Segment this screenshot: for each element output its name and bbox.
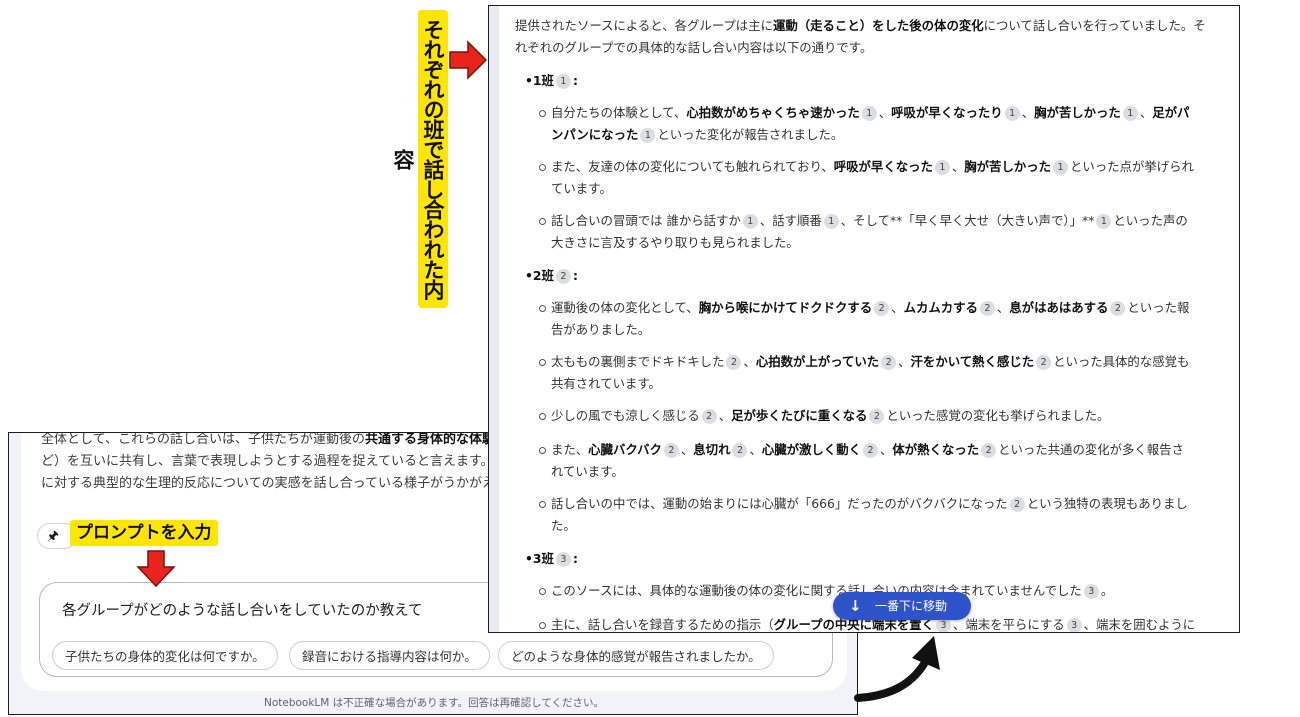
answer-panel-screenshot: 提供されたソースによると、各グループは主に運動（走ること）をした後の体の変化につ… (488, 5, 1240, 633)
citation-chip[interactable]: 1 (861, 106, 877, 121)
citation-chip[interactable]: 2 (981, 443, 997, 458)
g1-b1-line2: ンパンになった 1 といった変化が報告されました。 (551, 127, 844, 143)
suggestion-chip-1[interactable]: 子供たちの身体的変化は何ですか。 (52, 641, 278, 670)
g1-b3-line1: 話し合いの冒頭では 誰から話すか 1 、話す順番 1 、そして**「早く早く大せ（大きい… (551, 213, 1188, 229)
citation-chip[interactable]: 3 (936, 618, 952, 632)
citation-chip[interactable]: 2 (663, 443, 679, 458)
g2-b2-line1: 太ももの裏側までドキドキした 2 、心拍数が上がっていた 2 、汗をかいて熱く感じた 2 と… (551, 354, 1190, 370)
g1-b2-line1: また、友達の体の変化についても触れられており、呼吸が早くなった 1 、胸が苦しかった… (551, 159, 1194, 175)
bullet-icon (539, 588, 546, 595)
citation-chip[interactable]: 2 (881, 355, 897, 370)
citation-chip[interactable]: 2 (979, 301, 995, 316)
g3-b1-line1: このソースには、具体的な運動後の体の変化に関する話し合いの内容は含まれていません… (551, 583, 1114, 599)
pin-icon: 🖈 (47, 529, 60, 544)
citation-chip[interactable]: 2 (862, 443, 878, 458)
g2-b5-line1: 話し合いの中では、運動の始まりには心臓が「666」だったのがバクバクになった 2 と… (551, 496, 1188, 512)
group-2-heading: •2班 2: (525, 268, 578, 284)
citation-chip[interactable]: 1 (1096, 214, 1112, 229)
citation-chip[interactable]: 2 (874, 301, 890, 316)
bullet-icon (539, 110, 546, 117)
citation-chip[interactable]: 1 (555, 74, 571, 89)
query-input[interactable]: 各グループがどのような話し合いをしていたのか教えて (62, 599, 422, 620)
red-arrow-right-icon (449, 40, 488, 80)
g2-b4-line2: れています。 (551, 464, 624, 479)
g2-b1-line2: 告がありました。 (551, 322, 651, 337)
scroll-button-label: 一番下に移動 (875, 599, 948, 613)
summary-line-2: ど）を互いに共有し、言葉で表現しようとする過程を捉えていると言えます。 (41, 454, 494, 469)
g2-b2-line2: 共有されています。 (551, 376, 661, 391)
citation-chip[interactable]: 1 (1053, 160, 1069, 175)
summary-text: 全体として、これらの話し合いは、子供たちが運動後の (41, 432, 365, 447)
bullet-icon (539, 164, 546, 171)
g2-b3-line1: 少しの風でも涼しく感じる 2 、足が歩くたびに重くなる 2 といった感覚の変化も挙げられ… (551, 408, 1110, 424)
citation-chip[interactable]: 2 (726, 355, 742, 370)
citation-chip[interactable]: 2 (732, 443, 748, 458)
bullet-icon (539, 622, 546, 629)
arrow-down-icon: ↓ (849, 597, 862, 615)
citation-chip[interactable]: 1 (742, 214, 758, 229)
bullet-icon (539, 305, 546, 312)
bullet-icon (539, 501, 546, 508)
citation-chip[interactable]: 1 (1122, 106, 1138, 121)
scroll-gutter (489, 6, 499, 632)
citation-chip[interactable]: 3 (1083, 584, 1099, 599)
citation-chip[interactable]: 1 (640, 128, 656, 143)
curved-arrow-icon (854, 636, 940, 702)
red-arrow-down-icon (136, 550, 176, 588)
summary-bold: 共通する身体的な体験 (364, 432, 495, 447)
citation-chip[interactable]: 2 (701, 409, 717, 424)
citation-chip[interactable]: 2 (555, 269, 571, 284)
citation-chip[interactable]: 1 (934, 160, 950, 175)
bullet-icon (539, 447, 546, 454)
citation-chip[interactable]: 3 (555, 552, 571, 567)
group-3-heading: •3班 3: (525, 551, 578, 567)
prompt-callout: プロンプトを入力 (70, 520, 218, 546)
citation-chip[interactable]: 3 (1066, 618, 1082, 632)
g2-b5-line2: た。 (551, 518, 576, 533)
suggestion-chip-2[interactable]: 録音における指導内容は何か。 (289, 641, 490, 670)
disclaimer-text: NotebookLM は不正確な場合があります。回答は再確認してください。 (263, 697, 604, 709)
suggestion-chip-3[interactable]: どのような身体的感覚が報告されましたか。 (498, 641, 774, 670)
g1-b3-line2: 大きさに言及するやり取りも見られました。 (551, 235, 799, 250)
bullet-icon (539, 218, 546, 225)
citation-chip[interactable]: 2 (869, 409, 885, 424)
citation-chip[interactable]: 1 (823, 214, 839, 229)
summary-line-1: 全体として、これらの話し合いは、子供たちが運動後の共通する身体的な体験 (41, 432, 495, 449)
group-1-heading: •1班 1: (525, 73, 578, 89)
g1-b1-line1: 自分たちの体験として、心拍数がめちゃくちゃ速かった 1 、呼吸が早くなったり 1 、胸が… (551, 105, 1190, 121)
g2-b4-line1: また、心臓バクバク 2 、息切れ 2 、心臓が激しく動く 2 、体が熱くなった 2 といった共通… (551, 442, 1184, 458)
intro-line-1: 提供されたソースによると、各グループは主に運動（走ること）をした後の体の変化につ… (515, 18, 1206, 33)
citation-chip[interactable]: 2 (1110, 301, 1126, 316)
g2-b1-line1: 運動後の体の変化として、胸から喉にかけてドクドクする 2 、ムカムカする 2 、息がはあ… (551, 300, 1190, 316)
citation-chip[interactable]: 2 (1036, 355, 1052, 370)
citation-chip[interactable]: 2 (1009, 497, 1025, 512)
intro-line-2: れぞれのグループでの具体的な話し合い内容は以下の通りです。 (515, 40, 873, 55)
citation-chip[interactable]: 1 (1004, 106, 1020, 121)
scroll-to-bottom-button[interactable]: ↓ 一番下に移動 (833, 592, 971, 620)
bullet-icon (539, 359, 546, 366)
summary-line-3: に対する典型的な生理的反応についての実感を話し合っている様子がうかがえ (41, 476, 495, 491)
group-content-callout: それぞれの班で話し合われた内容 (391, 10, 448, 308)
g1-b2-line2: ています。 (551, 181, 612, 196)
bullet-icon (539, 413, 546, 420)
